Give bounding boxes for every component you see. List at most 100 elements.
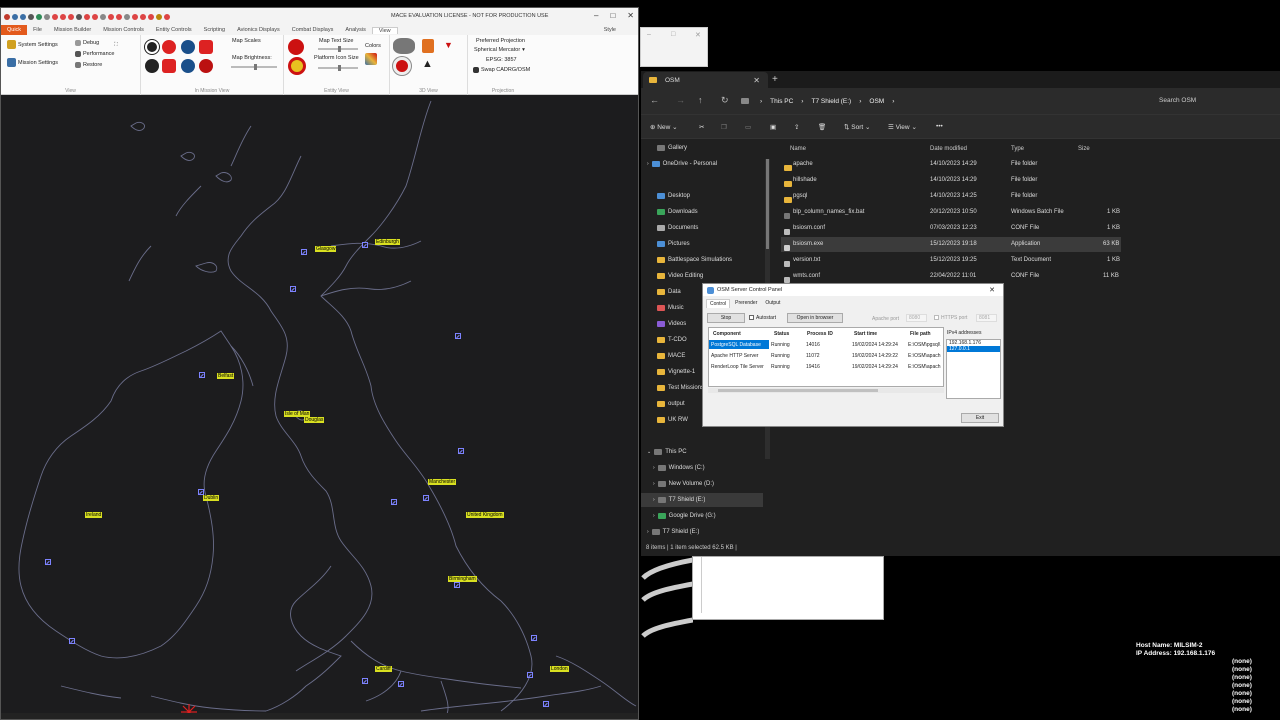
target-icon[interactable] — [132, 13, 138, 20]
zoom-icon[interactable] — [145, 59, 159, 73]
column-name[interactable]: Name — [790, 146, 806, 152]
tab-output[interactable]: Output — [762, 299, 783, 308]
refresh-icon[interactable]: ↻ — [721, 95, 729, 106]
new-button[interactable]: ⊕ New ⌄ — [650, 123, 678, 131]
fire-icon[interactable] — [422, 39, 434, 53]
play-icon[interactable] — [36, 13, 42, 20]
highlight-icon[interactable] — [288, 57, 306, 75]
file-row[interactable]: version.txt 15/12/2023 19:25 Text Docume… — [781, 253, 1121, 268]
close-icon[interactable]: ✕ — [627, 11, 634, 20]
ip-list-item[interactable]: 127.0.0.1 — [947, 346, 1000, 352]
menu-combat-displays[interactable]: Combat Displays — [286, 27, 340, 33]
colors-label[interactable]: Colors — [365, 43, 381, 49]
pin-icon[interactable]: ▼ — [444, 40, 453, 50]
map-brightness-slider[interactable] — [231, 64, 277, 70]
close-icon[interactable]: ✕ — [989, 286, 995, 294]
apache-port-input[interactable]: 8080 — [906, 314, 927, 322]
save-icon[interactable] — [28, 13, 34, 20]
maximize-icon[interactable]: □ — [610, 11, 615, 20]
nav-item[interactable]: › OneDrive - Personal — [641, 157, 763, 171]
menu-view[interactable]: View — [371, 26, 398, 34]
table-row[interactable]: RenderLoop Tile Server Running 19416 19/… — [709, 361, 943, 372]
style-dropdown[interactable]: Style — [604, 27, 616, 33]
entity-marker[interactable] — [527, 672, 533, 678]
entity-marker[interactable] — [45, 559, 51, 565]
nav-item[interactable]: › Windows (C:) — [641, 461, 763, 475]
nav-item[interactable]: Battlespace Simulations — [641, 253, 763, 267]
nav-item[interactable]: Desktop — [641, 189, 763, 203]
close-tab-icon[interactable]: ✕ — [753, 76, 760, 85]
entity-marker[interactable] — [290, 286, 296, 292]
entity-marker[interactable] — [362, 678, 368, 684]
aircraft-icon[interactable] — [393, 38, 415, 54]
paste-icon[interactable]: ▭ — [745, 123, 751, 131]
table-row[interactable]: PostgreSQL Database Running 14016 19/02/… — [709, 339, 943, 350]
file-row[interactable]: bsiosm.exe 15/12/2023 19:18 Application … — [781, 237, 1121, 252]
fullscreen-icon[interactable]: ⛶ — [114, 42, 118, 49]
column-date-modified[interactable]: Date modified — [930, 146, 967, 152]
map-view[interactable]: Glasgow Edinburgh Belfast Isle of Man Do… — [1, 96, 638, 719]
target-icon[interactable] — [164, 13, 170, 20]
target-icon[interactable] — [60, 13, 66, 20]
mountain-icon[interactable]: ▲ — [422, 58, 433, 70]
entity-marker[interactable] — [391, 499, 397, 505]
search-input[interactable]: Search OSM — [1153, 94, 1280, 108]
scrollbar-thumb[interactable] — [766, 159, 769, 249]
map-scales-label[interactable]: Map Scales — [232, 38, 261, 44]
nav-item[interactable]: Video Editing — [641, 269, 763, 283]
open-in-browser-button[interactable]: Open in browser — [787, 313, 843, 323]
breadcrumb-item[interactable]: OSM — [869, 98, 884, 105]
exit-button[interactable]: Exit — [961, 413, 999, 423]
table-row[interactable]: Apache HTTP Server Running 11072 19/02/2… — [709, 350, 943, 361]
view-button[interactable]: ☰ View ⌄ — [888, 123, 917, 131]
entity-marker[interactable] — [423, 495, 429, 501]
nav-item[interactable]: › New Volume (D:) — [641, 477, 763, 491]
file-row[interactable]: wmts.conf 22/04/2022 11:01 CONF File 11 … — [781, 269, 1121, 284]
nav-item[interactable]: Downloads — [641, 205, 763, 219]
nav-item[interactable]: ⌄ This PC — [641, 445, 763, 459]
minimize-icon[interactable]: – — [647, 31, 651, 38]
projection-dropdown[interactable]: Spherical Mercator ▾ — [474, 47, 525, 53]
minimize-icon[interactable]: – — [594, 11, 598, 20]
menu-mission-controls[interactable]: Mission Controls — [97, 27, 150, 33]
close-icon[interactable]: ✕ — [695, 31, 701, 39]
globe-icon[interactable] — [181, 40, 195, 54]
ip-address-list[interactable]: 192.168.1.176 127.0.0.1 — [946, 339, 1001, 399]
menu-mission-builder[interactable]: Mission Builder — [48, 27, 97, 33]
platform-icon-size-slider[interactable] — [318, 65, 358, 71]
tab-control[interactable]: Control — [706, 299, 731, 308]
share-icon[interactable]: ⇪ — [794, 123, 799, 131]
lock-icon[interactable] — [199, 40, 213, 54]
breadcrumb[interactable]: › This PC › T7 Shield (E:) › OSM › — [741, 94, 1139, 108]
entity-marker[interactable] — [199, 372, 205, 378]
entity-marker[interactable] — [531, 635, 537, 641]
delete-icon[interactable]: 🗑 — [818, 123, 826, 131]
column-size[interactable]: Size — [1078, 146, 1090, 152]
entity-marker[interactable] — [69, 638, 75, 644]
entity-marker[interactable] — [398, 681, 404, 687]
cut-icon[interactable]: ✂ — [699, 123, 704, 131]
menu-analysis[interactable]: Analysis — [339, 27, 371, 33]
sort-button[interactable]: ⇅ Sort ⌄ — [844, 123, 870, 131]
swap-cadrg-osm-button[interactable]: Swap CADRG/OSM — [473, 67, 530, 73]
entity-marker[interactable] — [454, 582, 460, 588]
entity-marker[interactable] — [301, 249, 307, 255]
record-icon[interactable] — [52, 13, 58, 20]
entity-marker[interactable] — [362, 242, 368, 248]
entity-marker[interactable] — [458, 448, 464, 454]
column-type[interactable]: Type — [1011, 146, 1024, 152]
radar-icon[interactable] — [393, 57, 411, 75]
layers-icon[interactable] — [181, 59, 195, 73]
target-icon[interactable] — [116, 13, 122, 20]
nav-item[interactable]: › T7 Shield (E:) — [641, 493, 763, 507]
rename-icon[interactable]: ▣ — [770, 123, 776, 131]
table-horizontal-scrollbar[interactable] — [708, 388, 944, 393]
tool-icon[interactable] — [124, 13, 130, 20]
mission-settings-button[interactable]: Mission Settings — [7, 58, 58, 67]
grid-icon[interactable] — [162, 59, 176, 73]
menu-quick[interactable]: Quick — [1, 25, 28, 35]
nav-item[interactable]: Gallery — [641, 141, 763, 155]
scrollbar-thumb[interactable] — [718, 389, 878, 392]
tool-icon[interactable] — [100, 13, 106, 20]
performance-button[interactable]: Performance — [75, 51, 115, 57]
